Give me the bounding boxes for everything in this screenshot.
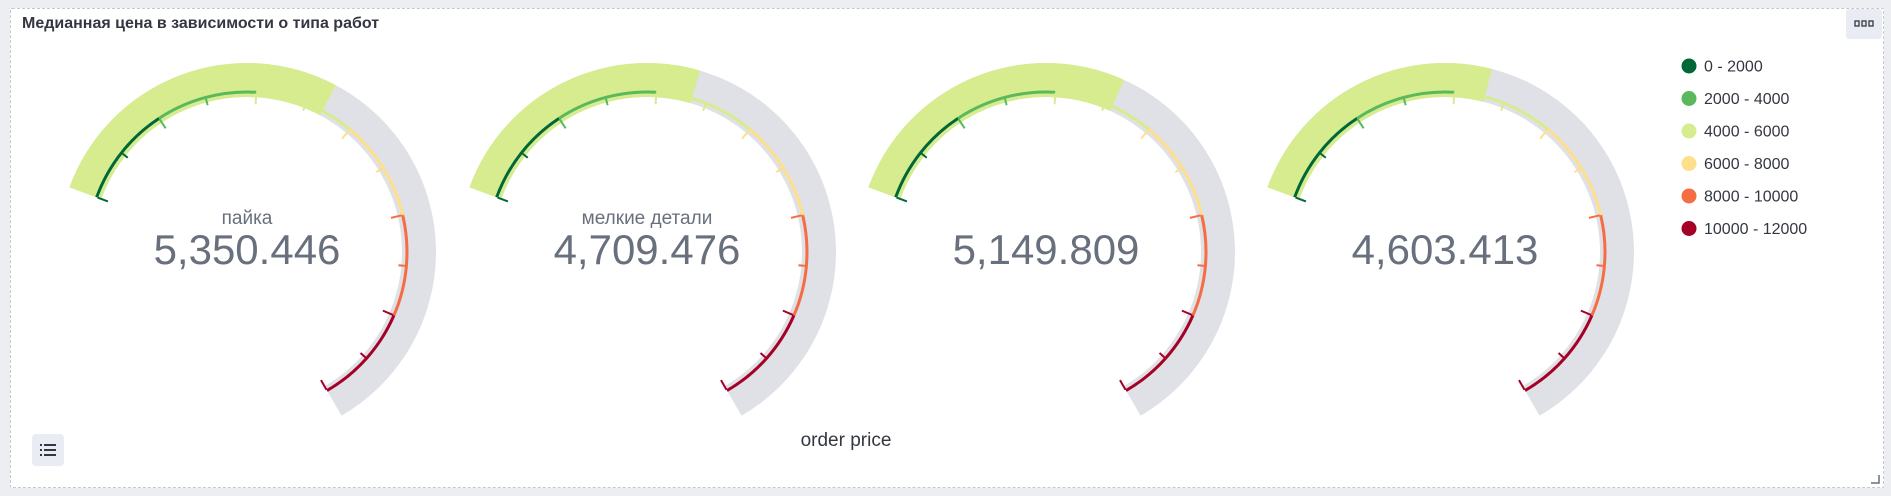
x-axis-title: order price xyxy=(801,430,892,451)
gauges-layer: пайка5,350.446мелкие детали4,709.476 5,14… xyxy=(69,62,1634,416)
legend-item[interactable]: 2000 - 4000 xyxy=(1681,91,1790,108)
gauge-tick xyxy=(798,264,806,267)
legend-label: 4000 - 6000 xyxy=(1704,124,1790,141)
gauge-value-fill[interactable] xyxy=(69,62,336,199)
gauge-tick xyxy=(1197,264,1205,267)
legend-swatch xyxy=(1681,123,1697,139)
gauge-value-label: 4,603.413 xyxy=(1352,226,1539,273)
gauge-tick xyxy=(497,196,509,203)
legend-swatch xyxy=(1681,91,1697,106)
gauge: 5,149.809 xyxy=(868,62,1235,416)
legend-label: 10000 - 12000 xyxy=(1704,221,1807,238)
gauge-chart: пайка5,350.446мелкие детали4,709.476 5,14… xyxy=(69,58,1808,451)
legend-item[interactable]: 10000 - 12000 xyxy=(1681,221,1808,238)
legend-label: 0 - 2000 xyxy=(1704,59,1763,76)
legend-swatch xyxy=(1681,156,1697,171)
gauge-tick xyxy=(254,93,258,105)
legend-swatch xyxy=(1681,58,1697,74)
gauge-tick xyxy=(1452,93,1456,105)
legend-label: 6000 - 8000 xyxy=(1704,156,1790,173)
gauge-value-label: 4,709.476 xyxy=(554,226,741,273)
legend-item[interactable]: 6000 - 8000 xyxy=(1681,156,1790,173)
gauge: пайка5,350.446 xyxy=(69,62,437,416)
legend-item[interactable]: 0 - 2000 xyxy=(1681,58,1763,76)
gauge-tick xyxy=(654,93,658,105)
gauge-tick xyxy=(398,264,406,267)
gauge: мелкие детали4,709.476 xyxy=(469,62,836,416)
gauge-tick xyxy=(896,196,908,203)
legend-item[interactable]: 8000 - 10000 xyxy=(1681,188,1799,206)
gauge-tick xyxy=(1053,93,1057,105)
gauge: 4,603.413 xyxy=(1267,62,1634,416)
legend-swatch xyxy=(1681,221,1697,236)
gauge-tick xyxy=(1596,264,1604,267)
gauge-tick xyxy=(97,196,109,203)
legend-label: 2000 - 4000 xyxy=(1704,91,1790,108)
gauge-value-fill[interactable] xyxy=(868,62,1125,199)
gauge-value-label: 5,149.809 xyxy=(953,226,1140,273)
gauge-tick xyxy=(1518,379,1526,391)
gauge-tick xyxy=(1119,379,1127,391)
gauge-tick xyxy=(1295,196,1307,203)
gauge-tick xyxy=(320,379,328,391)
legend-item[interactable]: 4000 - 6000 xyxy=(1681,123,1790,141)
legend-swatch xyxy=(1681,188,1697,204)
gauge-tick xyxy=(720,379,728,391)
legend-label: 8000 - 10000 xyxy=(1704,189,1798,206)
gauge-value-label: 5,350.446 xyxy=(154,226,341,273)
legend: 0 - 2000 2000 - 4000 4000 - 6000 6000 - 800… xyxy=(1681,58,1808,238)
